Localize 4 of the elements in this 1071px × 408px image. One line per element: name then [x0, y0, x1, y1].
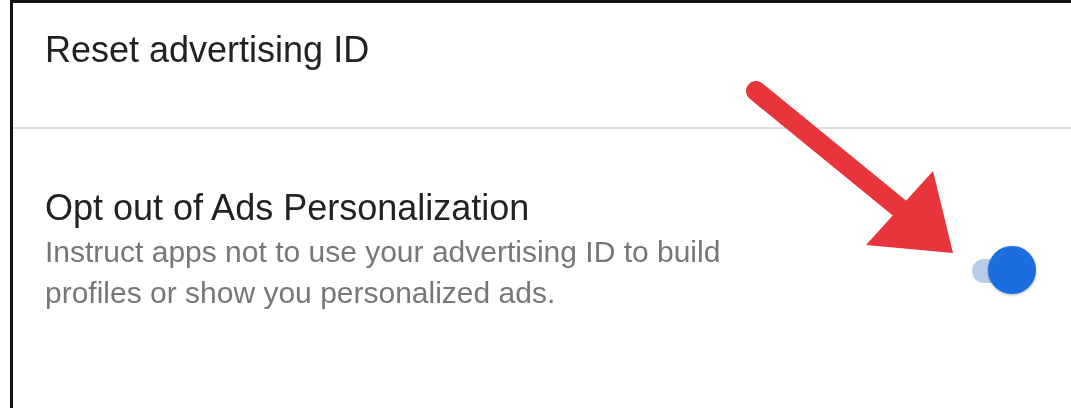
setting-title: Opt out of Ads Personalization — [45, 186, 531, 230]
toggle-switch[interactable] — [970, 245, 1036, 295]
settings-item[interactable]: Reset advertising ID — [13, 3, 374, 101]
setting-description: Instruct apps not to use your advertising ID to build profiles or show you personalized ads. — [45, 234, 722, 311]
